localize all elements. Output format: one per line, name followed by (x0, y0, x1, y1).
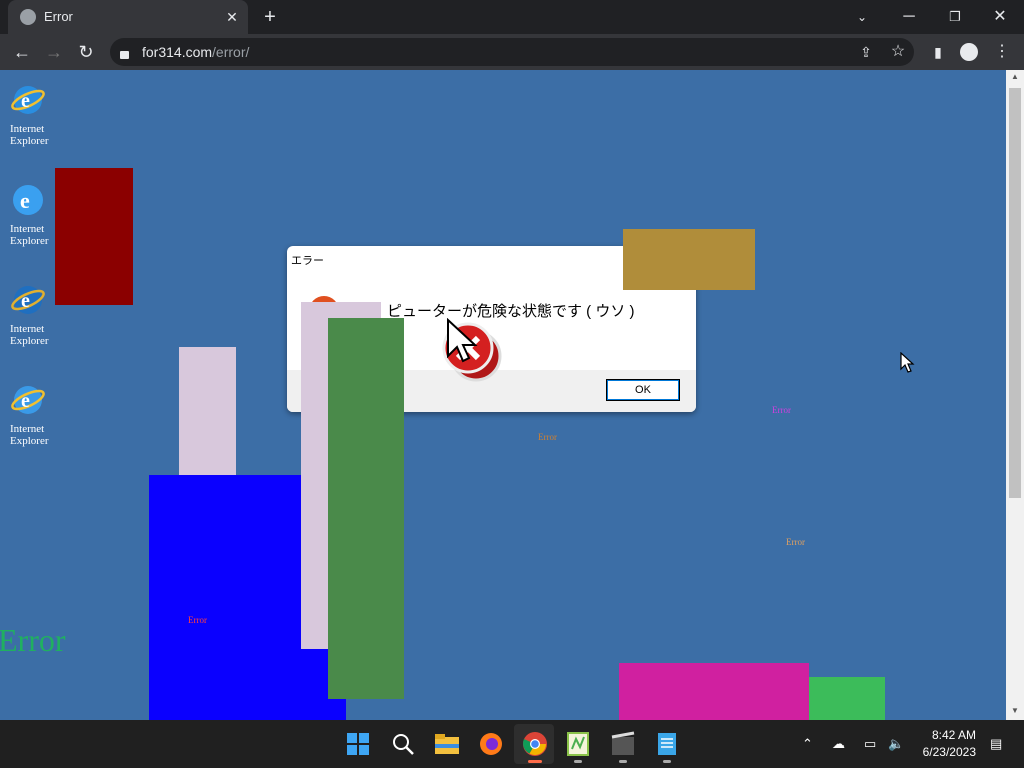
close-tab-icon[interactable]: ✕ (218, 3, 246, 31)
url-host: for314.com (142, 44, 213, 60)
desktop-icon-label-2: Explorer (10, 435, 49, 447)
random-rect-green (809, 677, 885, 720)
desktop-icon-ie[interactable]: e Internet Explorer (10, 82, 66, 147)
show-hidden-icons-icon[interactable]: ⌃ (802, 736, 813, 752)
side-panel-icon[interactable]: ▮ (924, 38, 952, 66)
notepad-icon[interactable] (656, 731, 678, 757)
active-indicator (528, 760, 542, 763)
svg-text:e: e (20, 188, 30, 213)
svg-text:e: e (21, 390, 30, 412)
tab-title: Error (44, 9, 73, 24)
windows-start-icon[interactable] (346, 732, 370, 756)
internet-explorer-icon: e (11, 286, 45, 314)
globe-icon (20, 9, 36, 25)
ok-button[interactable]: OK (607, 380, 679, 400)
error-text-small: Error (786, 537, 805, 547)
file-explorer-icon[interactable] (434, 732, 460, 756)
lock-icon[interactable] (120, 51, 129, 59)
internet-explorer-icon: e (13, 185, 43, 215)
scrollbar-thumb[interactable] (1009, 88, 1021, 498)
desktop-icon-label-1: Internet (10, 323, 45, 335)
firefox-icon[interactable] (478, 731, 504, 757)
minimize-icon[interactable]: ─ (895, 3, 923, 31)
new-tab-icon[interactable]: + (256, 3, 284, 31)
error-text-small: Error (538, 432, 557, 442)
mouse-pointer-icon (900, 352, 915, 373)
error-text-large: Error (0, 622, 66, 658)
back-icon[interactable]: ← (8, 38, 36, 66)
desktop-icon-label-2: Explorer (10, 135, 49, 147)
profile-avatar-icon[interactable] (960, 43, 978, 61)
clock-time[interactable]: 8:42 AM (918, 728, 976, 742)
running-indicator (663, 760, 671, 763)
restore-icon[interactable]: ❐ (941, 3, 969, 31)
search-icon[interactable] (391, 732, 415, 756)
running-indicator (574, 760, 582, 763)
svg-text:e: e (21, 290, 30, 312)
bookmark-star-icon[interactable]: ☆ (884, 38, 912, 66)
random-rect-tan (623, 229, 755, 290)
svg-text:e: e (21, 90, 30, 112)
running-indicator (619, 760, 627, 763)
error-text-small: Error (772, 405, 791, 415)
desktop-icon-ie[interactable]: e Internet Explorer (10, 382, 66, 447)
reload-icon[interactable]: ↻ (72, 38, 100, 66)
url-text[interactable]: for314.com/error/ (142, 44, 249, 60)
chrome-icon[interactable] (522, 731, 548, 757)
desktop-icon-label-1: Internet (10, 123, 45, 135)
notification-icon[interactable]: ▤ (990, 736, 1002, 752)
network-icon[interactable]: ▭ (864, 736, 876, 752)
desktop-icon-label-2: Explorer (10, 335, 49, 347)
close-window-icon[interactable]: ✕ (986, 3, 1014, 31)
notepad-plus-icon[interactable] (566, 731, 590, 757)
dialog-message: ピューターが危険な状態です ( ウソ ) (387, 303, 635, 320)
share-icon[interactable]: ⇪ (852, 38, 880, 66)
random-rect-green (328, 318, 404, 699)
dialog-title: エラー (291, 255, 324, 267)
scroll-down-arrow-icon[interactable]: ▼ (1008, 706, 1022, 715)
internet-explorer-icon: e (11, 86, 45, 114)
desktop-icon-label-1: Internet (10, 423, 45, 435)
error-text-small: Error (188, 615, 207, 625)
internet-explorer-icon: e (11, 386, 45, 414)
menu-kebab-icon[interactable]: ⋮ (988, 38, 1016, 66)
cursor-arrow-icon (447, 318, 478, 363)
random-rect-darkred (55, 168, 133, 305)
volume-icon[interactable]: 🔈 (888, 736, 904, 752)
onedrive-icon[interactable]: ☁ (832, 736, 845, 752)
clock-date[interactable]: 6/23/2023 (910, 745, 976, 759)
random-rect-magenta (619, 663, 809, 720)
url-path: /error/ (212, 44, 250, 60)
tab-search-icon[interactable]: ⌄ (848, 3, 876, 31)
scroll-up-arrow-icon[interactable]: ▲ (1008, 72, 1022, 81)
forward-icon[interactable]: → (40, 38, 68, 66)
app-clapper-icon[interactable] (610, 731, 636, 757)
